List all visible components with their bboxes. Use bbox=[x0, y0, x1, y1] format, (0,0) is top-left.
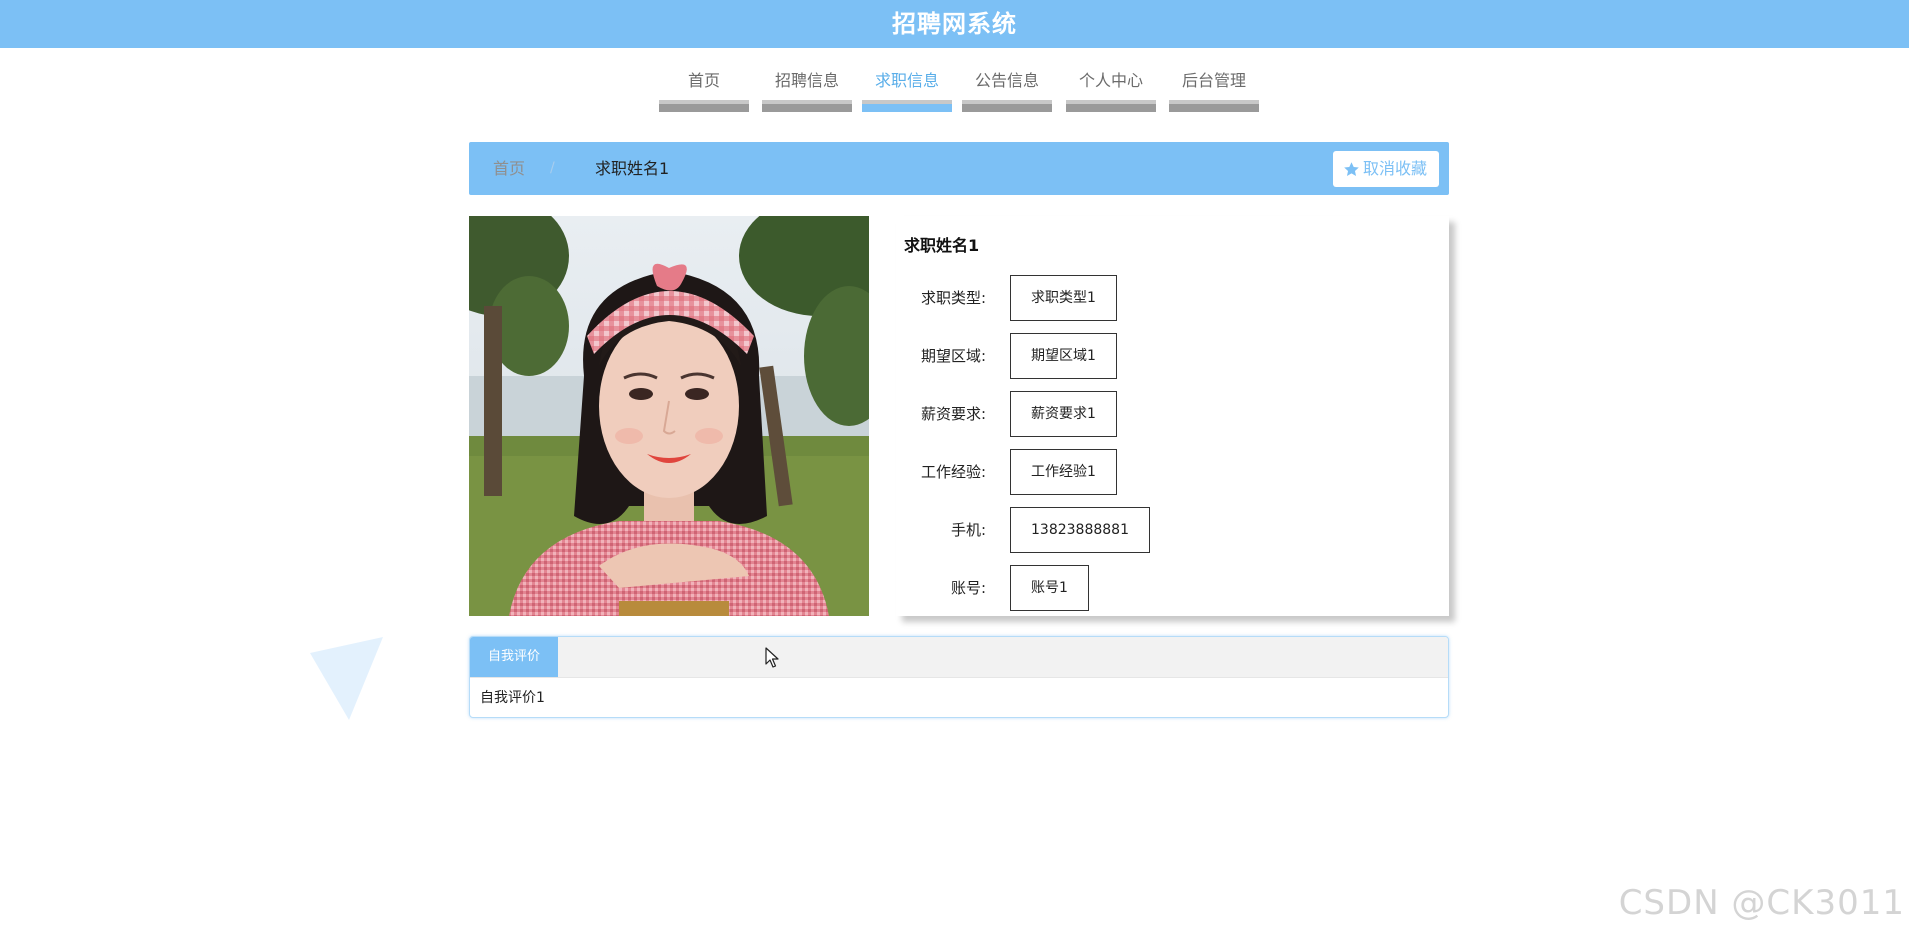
site-title: 招聘网系统 bbox=[892, 10, 1017, 38]
field-value: 账号1 bbox=[1010, 565, 1089, 611]
nav-item-label: 个人中心 bbox=[1078, 71, 1143, 90]
info-row-account: 账号: 账号1 bbox=[896, 565, 1396, 611]
info-row-experience: 工作经验: 工作经验1 bbox=[896, 449, 1396, 495]
field-label: 薪资要求: bbox=[920, 405, 986, 423]
breadcrumb-current: 求职姓名1 bbox=[595, 159, 670, 178]
top-header: 招聘网系统 bbox=[0, 0, 1909, 48]
field-value: 期望区域1 bbox=[1010, 333, 1117, 379]
field-value: 13823888881 bbox=[1010, 507, 1150, 553]
mouse-cursor-icon bbox=[765, 647, 779, 668]
evaluation-tab-bar: 自我评价 bbox=[470, 637, 1448, 678]
tab-self-evaluation[interactable]: 自我评价 bbox=[470, 637, 559, 677]
nav-item-personal-center[interactable]: 个人中心 bbox=[1066, 66, 1156, 112]
field-label: 期望区域: bbox=[920, 347, 986, 365]
field-label: 工作经验: bbox=[920, 463, 986, 481]
nav-underline bbox=[659, 100, 749, 112]
profile-photo bbox=[469, 216, 869, 616]
info-row-job-type: 求职类型: 求职类型1 bbox=[896, 275, 1396, 321]
breadcrumb-home-link[interactable]: 首页 bbox=[493, 142, 525, 195]
nav-item-label: 求职信息 bbox=[874, 71, 939, 90]
nav-item-job-seeking[interactable]: 求职信息 bbox=[862, 66, 952, 112]
field-value: 薪资要求1 bbox=[1010, 391, 1117, 437]
cancel-favorite-label: 取消收藏 bbox=[1362, 159, 1427, 178]
watermark: CSDN @CK3011 bbox=[1618, 883, 1905, 923]
nav-item-label: 首页 bbox=[687, 71, 720, 90]
decorative-triangle-icon bbox=[310, 637, 383, 720]
job-seeker-info-card: 求职姓名1 求职类型: 求职类型1 期望区域: 期望区域1 薪资要求: 薪资要求… bbox=[896, 216, 1449, 616]
nav-item-announcements[interactable]: 公告信息 bbox=[962, 66, 1052, 112]
field-label: 求职类型: bbox=[920, 289, 986, 307]
nav-item-label: 招聘信息 bbox=[774, 71, 839, 90]
field-label: 账号: bbox=[950, 579, 986, 597]
nav-item-recruitment[interactable]: 招聘信息 bbox=[762, 66, 852, 112]
info-row-phone: 手机: 13823888881 bbox=[896, 507, 1396, 553]
nav-underline bbox=[862, 100, 952, 112]
info-row-salary: 薪资要求: 薪资要求1 bbox=[896, 391, 1396, 437]
nav-item-admin[interactable]: 后台管理 bbox=[1169, 66, 1259, 112]
self-evaluation-content: 自我评价1 bbox=[480, 690, 545, 706]
field-value: 工作经验1 bbox=[1010, 449, 1117, 495]
self-evaluation-panel: 自我评价 自我评价1 bbox=[469, 636, 1449, 718]
breadcrumb-separator: / bbox=[550, 160, 555, 176]
nav-item-home[interactable]: 首页 bbox=[659, 66, 749, 112]
cancel-favorite-button[interactable]: 取消收藏 bbox=[1332, 151, 1439, 187]
info-row-expected-area: 期望区域: 期望区域1 bbox=[896, 333, 1396, 379]
nav-underline bbox=[1066, 100, 1156, 112]
nav-item-label: 公告信息 bbox=[974, 71, 1039, 90]
nav-underline bbox=[1169, 100, 1259, 112]
main-nav: 首页 招聘信息 求职信息 公告信息 个人中心 后台管理 bbox=[0, 66, 1909, 112]
field-value: 求职类型1 bbox=[1010, 275, 1117, 321]
field-label: 手机: bbox=[950, 521, 986, 539]
star-icon bbox=[1344, 161, 1359, 176]
nav-underline bbox=[962, 100, 1052, 112]
breadcrumb: 首页 / 求职姓名1 取消收藏 bbox=[469, 142, 1449, 195]
job-seeker-name: 求职姓名1 bbox=[904, 236, 980, 255]
nav-underline bbox=[762, 100, 852, 112]
nav-item-label: 后台管理 bbox=[1181, 71, 1246, 90]
